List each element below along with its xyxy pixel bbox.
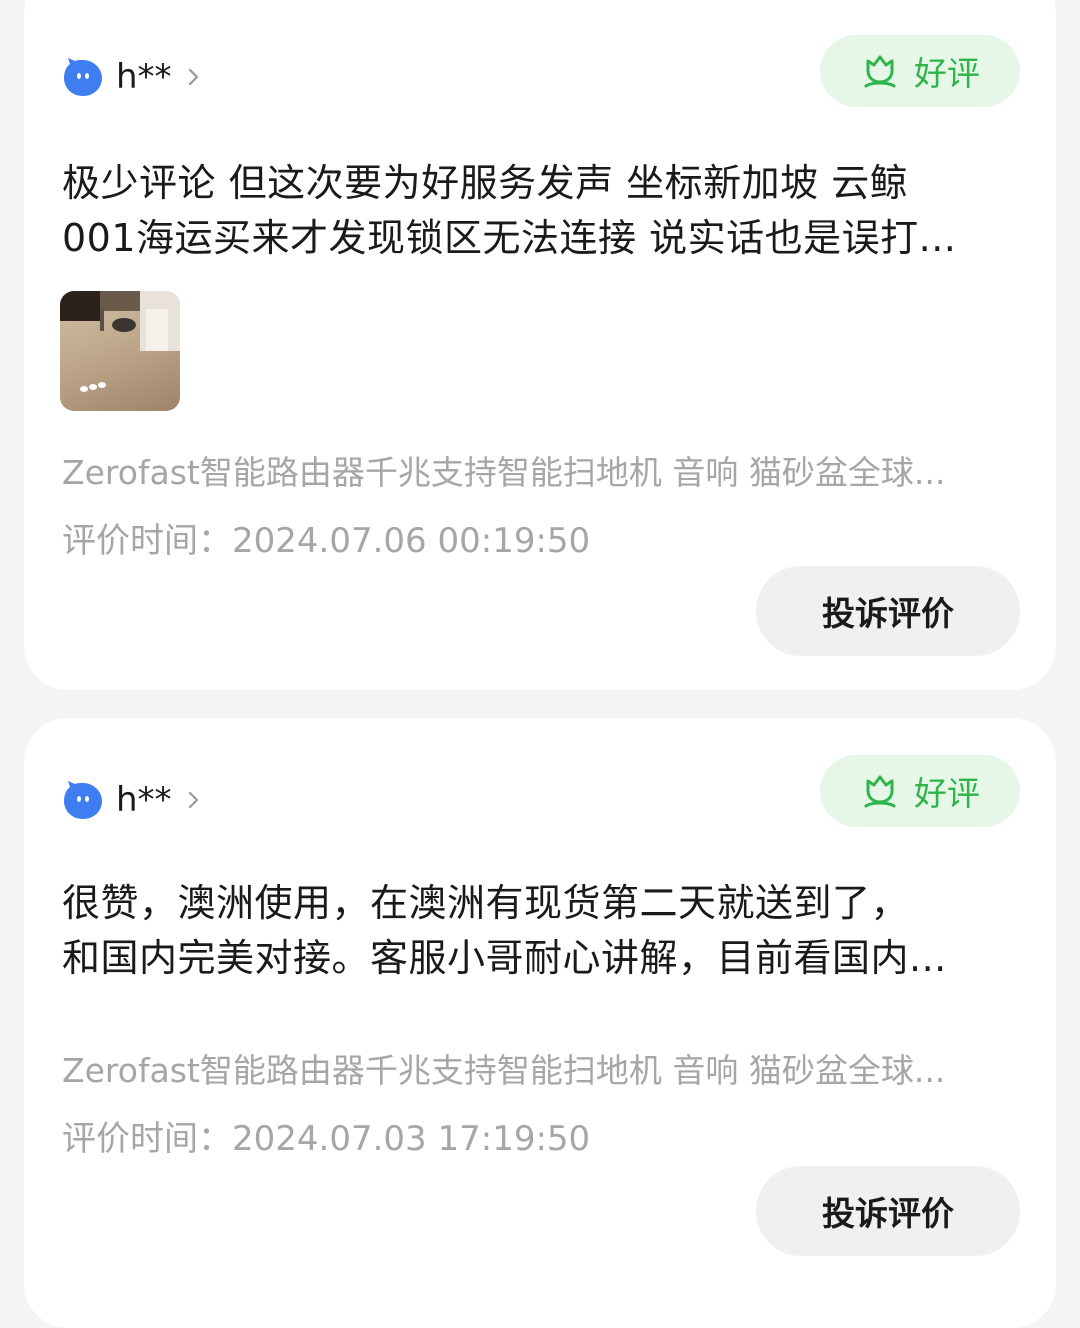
review-card: h** 好评 很赞，澳洲使用，在澳洲有现货第二天就送到了， 和国内完美对接。客服… — [24, 718, 1056, 1328]
chevron-right-icon[interactable] — [186, 67, 202, 87]
chevron-right-icon[interactable] — [186, 790, 202, 810]
review-time: 评价时间：2024.07.06 00:19:50 — [62, 513, 590, 562]
user-row[interactable]: h** — [62, 779, 202, 821]
review-time-value: 2024.07.03 17:19:50 — [232, 1119, 591, 1159]
review-card: h** 好评 极少评论 但这次要为好服务发声 坐标新加坡 云鲸 001海运买来才… — [24, 0, 1056, 690]
badge-label: 好评 — [914, 774, 980, 813]
tulip-icon — [864, 775, 896, 808]
user-name[interactable]: h** — [116, 780, 172, 820]
tulip-icon — [864, 55, 896, 88]
review-text-line: 和国内完美对接。客服小哥耐心讲解，目前看国内... — [62, 936, 947, 980]
positive-review-badge: 好评 — [820, 755, 1020, 827]
avatar-icon[interactable] — [62, 779, 104, 821]
review-text[interactable]: 很赞，澳洲使用，在澳洲有现货第二天就送到了， 和国内完美对接。客服小哥耐心讲解，… — [62, 876, 1022, 986]
review-text-line: 极少评论 但这次要为好服务发声 坐标新加坡 云鲸 — [62, 161, 909, 205]
product-name[interactable]: Zerofast智能路由器千兆支持智能扫地机 音响 猫砂盆全球... — [62, 446, 1002, 494]
review-text-line: 001海运买来才发现锁区无法连接 说实话也是误打... — [62, 216, 957, 260]
complain-review-button[interactable]: 投诉评价 — [756, 566, 1020, 656]
badge-label: 好评 — [914, 54, 980, 93]
review-photo[interactable] — [60, 291, 180, 411]
review-time: 评价时间：2024.07.03 17:19:50 — [62, 1111, 590, 1160]
review-text-line: 很赞，澳洲使用，在澳洲有现货第二天就送到了， — [62, 881, 910, 925]
product-name[interactable]: Zerofast智能路由器千兆支持智能扫地机 音响 猫砂盆全球... — [62, 1044, 1002, 1092]
review-time-label: 评价时间： — [62, 1119, 232, 1159]
user-name[interactable]: h** — [116, 57, 172, 97]
review-time-value: 2024.07.06 00:19:50 — [232, 521, 591, 561]
positive-review-badge: 好评 — [820, 35, 1020, 107]
avatar-icon[interactable] — [62, 56, 104, 98]
review-time-label: 评价时间： — [62, 521, 232, 561]
complain-review-button[interactable]: 投诉评价 — [756, 1166, 1020, 1256]
review-text[interactable]: 极少评论 但这次要为好服务发声 坐标新加坡 云鲸 001海运买来才发现锁区无法连… — [62, 156, 1022, 266]
user-row[interactable]: h** — [62, 56, 202, 98]
